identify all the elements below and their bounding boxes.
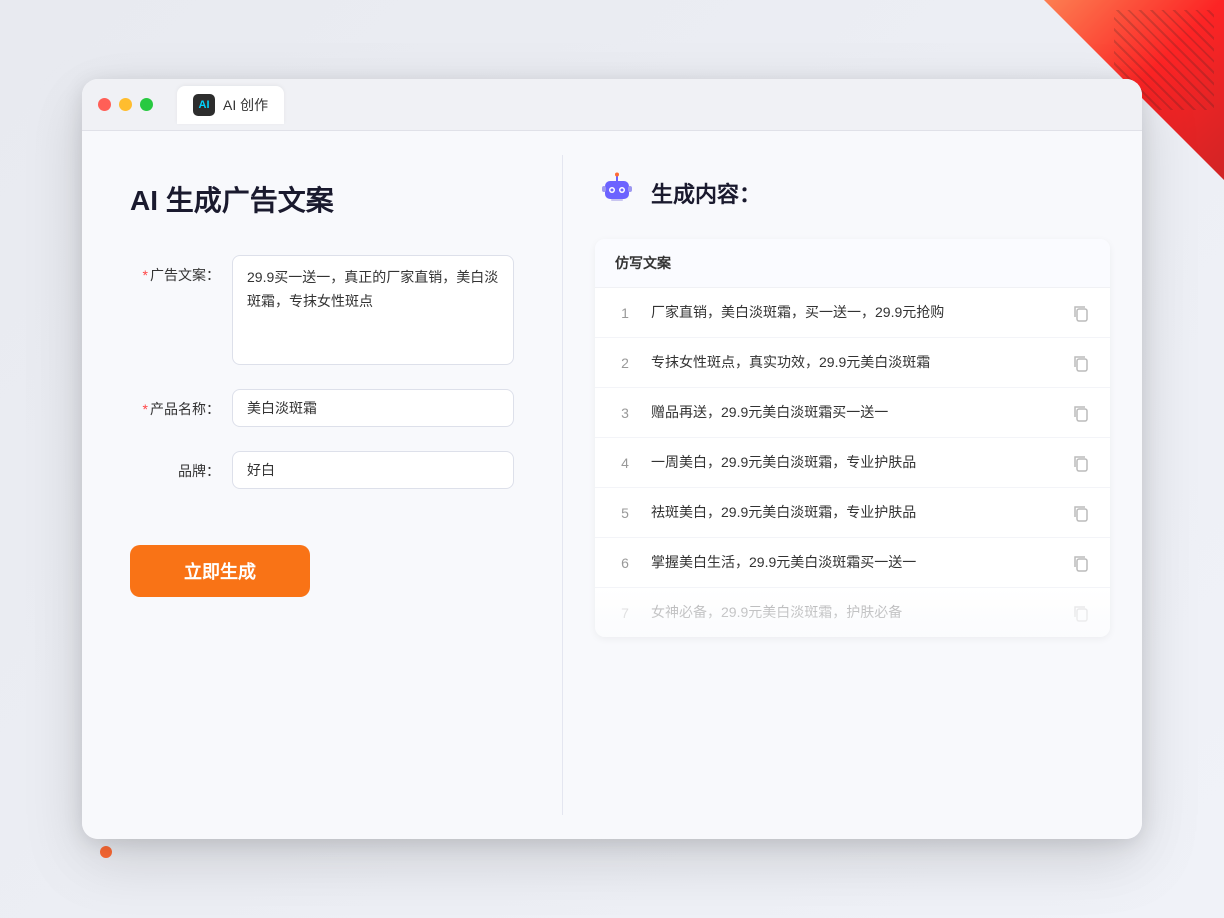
row-number: 6 [615, 555, 635, 571]
copy-icon[interactable] [1072, 554, 1090, 572]
close-button[interactable] [98, 98, 111, 111]
traffic-lights [98, 98, 153, 111]
active-tab[interactable]: AI AI 创作 [177, 86, 284, 124]
table-row[interactable]: 5 祛斑美白，29.9元美白淡斑霜，专业护肤品 [595, 488, 1110, 538]
main-content: AI 生成广告文案 *广告文案： *产品名称： 品牌： 立 [82, 131, 1142, 839]
minimize-button[interactable] [119, 98, 132, 111]
row-number: 7 [615, 605, 635, 621]
tab-icon: AI [193, 94, 215, 116]
page-title: AI 生成广告文案 [130, 179, 514, 219]
copy-icon[interactable] [1072, 454, 1090, 472]
generate-button[interactable]: 立即生成 [130, 545, 310, 597]
tab-title: AI 创作 [223, 95, 268, 115]
table-row[interactable]: 6 掌握美白生活，29.9元美白淡斑霜买一送一 [595, 538, 1110, 588]
row-number: 1 [615, 305, 635, 321]
copy-icon[interactable] [1072, 404, 1090, 422]
row-text: 一周美白，29.9元美白淡斑霜，专业护肤品 [651, 452, 1056, 473]
table-row[interactable]: 7 女神必备，29.9元美白淡斑霜，护肤必备 [595, 588, 1110, 637]
table-row[interactable]: 3 赠品再送，29.9元美白淡斑霜买一送一 [595, 388, 1110, 438]
product-name-input[interactable] [232, 389, 514, 427]
product-name-label: *产品名称： [130, 389, 220, 419]
row-number: 2 [615, 355, 635, 371]
table-header: 仿写文案 [595, 239, 1110, 288]
ad-copy-label: *广告文案： [130, 255, 220, 285]
left-panel: AI 生成广告文案 *广告文案： *产品名称： 品牌： 立 [82, 131, 562, 839]
title-bar: AI AI 创作 [82, 79, 1142, 131]
copy-icon[interactable] [1072, 304, 1090, 322]
ad-copy-input[interactable] [232, 255, 514, 365]
row-text: 厂家直销，美白淡斑霜，买一送一，29.9元抢购 [651, 302, 1056, 323]
copy-icon[interactable] [1072, 354, 1090, 372]
copy-icon[interactable] [1072, 604, 1090, 622]
row-text: 女神必备，29.9元美白淡斑霜，护肤必备 [651, 602, 1056, 623]
row-number: 5 [615, 505, 635, 521]
table-row[interactable]: 1 厂家直销，美白淡斑霜，买一送一，29.9元抢购 [595, 288, 1110, 338]
row-text: 祛斑美白，29.9元美白淡斑霜，专业护肤品 [651, 502, 1056, 523]
result-header: 生成内容： [595, 171, 1110, 215]
required-marker-2: * [143, 401, 148, 417]
product-name-group: *产品名称： [130, 389, 514, 427]
row-text: 赠品再送，29.9元美白淡斑霜买一送一 [651, 402, 1056, 423]
ad-copy-group: *广告文案： [130, 255, 514, 365]
brand-label: 品牌： [130, 451, 220, 481]
brand-input[interactable] [232, 451, 514, 489]
brand-group: 品牌： [130, 451, 514, 489]
right-panel: 生成内容： 仿写文案 1 厂家直销，美白淡斑霜，买一送一，29.9元抢购 2 专抹女性… [563, 131, 1142, 839]
copy-icon[interactable] [1072, 504, 1090, 522]
row-number: 4 [615, 455, 635, 471]
maximize-button[interactable] [140, 98, 153, 111]
row-text: 专抹女性斑点，真实功效，29.9元美白淡斑霜 [651, 352, 1056, 373]
browser-window: AI AI 创作 AI 生成广告文案 *广告文案： *产品名称： [82, 79, 1142, 839]
robot-icon [595, 171, 639, 215]
row-number: 3 [615, 405, 635, 421]
ai-logo: AI [199, 99, 210, 111]
result-table: 仿写文案 1 厂家直销，美白淡斑霜，买一送一，29.9元抢购 2 专抹女性斑点，真实功… [595, 239, 1110, 637]
result-title: 生成内容： [651, 177, 761, 209]
table-row[interactable]: 2 专抹女性斑点，真实功效，29.9元美白淡斑霜 [595, 338, 1110, 388]
table-row[interactable]: 4 一周美白，29.9元美白淡斑霜，专业护肤品 [595, 438, 1110, 488]
required-marker: * [143, 267, 148, 283]
row-text: 掌握美白生活，29.9元美白淡斑霜买一送一 [651, 552, 1056, 573]
